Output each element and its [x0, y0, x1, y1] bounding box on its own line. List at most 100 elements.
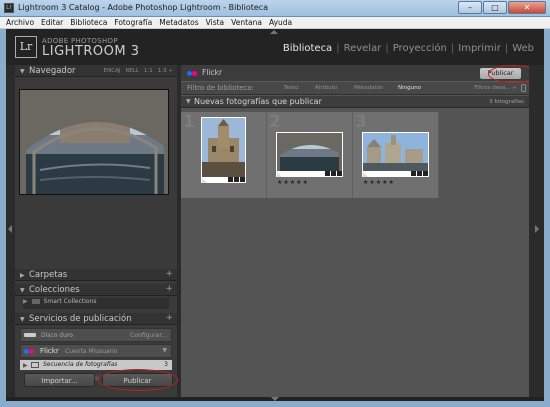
- service-name: Flickr: [202, 68, 223, 77]
- collection-set-icon: [31, 362, 39, 368]
- grid-view: Flickr Publicar Filtro de biblioteca: Te…: [181, 65, 529, 397]
- servicios-header[interactable]: ▼ Servicios de publicación +: [15, 313, 177, 325]
- photo-thumbnail[interactable]: [201, 117, 246, 183]
- collapse-arrow-icon[interactable]: ▼: [186, 98, 191, 105]
- zoom-1-3[interactable]: 1:3 ÷: [158, 68, 173, 74]
- menu-ayuda[interactable]: Ayuda: [269, 17, 292, 28]
- module-imprimir[interactable]: Imprimir: [458, 43, 501, 54]
- menu-vista[interactable]: Vista: [206, 17, 225, 28]
- collapse-right-icon[interactable]: [535, 225, 539, 233]
- minimize-button[interactable]: –: [458, 1, 482, 14]
- add-folder-icon[interactable]: +: [165, 269, 173, 279]
- carpetas-label: Carpetas: [29, 270, 68, 280]
- photo-thumbnail[interactable]: [276, 132, 343, 177]
- photo-badges: [411, 171, 428, 177]
- lightroom-app: Lr ADOBE PHOTOSHOP LIGHTROOM 3 Bibliotec…: [6, 29, 544, 401]
- photo-count: 3 fotografías: [489, 99, 524, 105]
- filter-texto[interactable]: Texto: [284, 85, 299, 91]
- add-service-icon[interactable]: +: [165, 313, 173, 323]
- collapse-arrow-icon[interactable]: ▼: [20, 68, 25, 75]
- left-panel: ▼ Navegador ENCAJ RELL 1:1 1:3 ÷ ▶ Carpe…: [15, 65, 177, 397]
- filter-metadatos[interactable]: Metadatos: [354, 85, 383, 91]
- photo-thumbnail[interactable]: [362, 132, 429, 177]
- publish-now-button[interactable]: Publicar: [480, 68, 521, 79]
- navigator-preview[interactable]: [19, 89, 169, 195]
- rating-stars[interactable]: ★★★★★: [363, 179, 395, 186]
- photo-corner-icon: [202, 178, 207, 183]
- colecciones-header[interactable]: ▼ Colecciones +: [15, 284, 177, 296]
- module-picker: Biblioteca | Revelar | Proyección | Impr…: [282, 43, 534, 54]
- photo-cell[interactable]: 3 ★★★★★: [353, 112, 439, 198]
- cell-number: 1: [183, 112, 195, 132]
- photo-badges: [325, 171, 342, 177]
- bottom-edge: [6, 397, 544, 401]
- menu-archivo[interactable]: Archivo: [6, 17, 34, 28]
- servicios-label: Servicios de publicación: [29, 314, 132, 324]
- import-button[interactable]: Importar...: [24, 373, 95, 387]
- collapse-bottom-icon[interactable]: [271, 397, 279, 401]
- service-header: Flickr Publicar: [181, 65, 529, 81]
- section-title: Nuevas fotografías que publicar: [194, 97, 322, 106]
- module-web[interactable]: Web: [512, 43, 534, 54]
- library-filter-bar: Filtro de biblioteca: Texto Atributo Met…: [181, 81, 529, 95]
- module-proyeccion[interactable]: Proyección: [393, 43, 447, 54]
- flickr-icon: [24, 349, 34, 356]
- photo-sequence-item[interactable]: ▶ Secuencia de fotografías 3: [20, 360, 172, 370]
- collapse-arrow-icon[interactable]: ▼: [20, 316, 25, 323]
- module-biblioteca[interactable]: Biblioteca: [283, 43, 332, 54]
- carpetas-header[interactable]: ▶ Carpetas +: [15, 269, 177, 281]
- colecciones-label: Colecciones: [29, 285, 80, 295]
- bridge-photo: [20, 90, 168, 194]
- collapse-top-icon[interactable]: [270, 30, 278, 34]
- filter-atributo[interactable]: Atributo: [315, 85, 337, 91]
- menu-fotografia[interactable]: Fotografía: [114, 17, 152, 28]
- configure-link[interactable]: Configurar...: [130, 332, 167, 339]
- collapse-left-icon[interactable]: [8, 225, 12, 233]
- zoom-1-1[interactable]: 1:1: [144, 68, 153, 74]
- publish-button[interactable]: Publicar: [102, 373, 173, 387]
- photo-badges: [228, 177, 245, 183]
- flickr-icon: [187, 70, 197, 78]
- maximize-button[interactable]: □: [483, 1, 507, 14]
- cell-number: 3: [355, 112, 367, 132]
- menu-biblioteca[interactable]: Biblioteca: [70, 17, 107, 28]
- menu-editar[interactable]: Editar: [41, 17, 63, 28]
- expand-arrow-icon[interactable]: ▶: [20, 272, 25, 279]
- filter-label: Filtro de biblioteca:: [187, 84, 254, 92]
- cell-number: 2: [269, 112, 281, 132]
- left-edge: [6, 65, 15, 397]
- filters-off-select[interactable]: Filtros desa... ÷: [474, 85, 517, 91]
- zoom-encaj[interactable]: ENCAJ: [104, 68, 121, 74]
- folder-icon: [31, 299, 40, 304]
- lr-logo: Lr: [15, 36, 37, 58]
- collapse-arrow-icon[interactable]: ▼: [20, 287, 25, 294]
- flickr-service-row[interactable]: Flickr Cuenta Miusuario ▼: [20, 344, 172, 358]
- smart-collections-item[interactable]: ▶ Smart Collections: [23, 298, 169, 309]
- lock-icon[interactable]: [521, 84, 526, 92]
- menu-ventana[interactable]: Ventana: [231, 17, 262, 28]
- brand-title: LIGHTROOM 3: [42, 44, 140, 59]
- window-titlebar: Lr Lightroom 3 Catalog - Adobe Photoshop…: [0, 0, 550, 17]
- filter-ninguno[interactable]: Ninguno: [398, 85, 421, 91]
- close-button[interactable]: ✕: [508, 1, 546, 14]
- photo-cell[interactable]: 1: [181, 112, 267, 198]
- photo-corner-icon: [363, 172, 368, 177]
- photo-cell[interactable]: 2 ★★★★★: [267, 112, 353, 198]
- add-collection-icon[interactable]: +: [165, 284, 173, 294]
- module-revelar[interactable]: Revelar: [344, 43, 382, 54]
- new-photos-header[interactable]: ▼ Nuevas fotografías que publicar 3 foto…: [181, 96, 529, 108]
- rating-stars[interactable]: ★★★★★: [277, 179, 309, 186]
- zoom-rell[interactable]: RELL: [125, 68, 138, 74]
- disk-service-row[interactable]: Disco duro Configurar...: [20, 328, 172, 342]
- navigator-header[interactable]: ▼ Navegador ENCAJ RELL 1:1 1:3 ÷: [15, 65, 177, 77]
- navigator-label: Navegador: [29, 66, 76, 76]
- right-edge: [529, 65, 544, 397]
- app-icon: Lr: [4, 3, 14, 13]
- hard-drive-icon: [24, 333, 36, 337]
- menu-bar: Archivo Editar Biblioteca Fotografía Met…: [0, 17, 550, 29]
- service-menu-icon[interactable]: ▼: [162, 347, 167, 354]
- photo-corner-icon: [277, 172, 282, 177]
- window-title: Lightroom 3 Catalog - Adobe Photoshop Li…: [18, 3, 269, 12]
- identity-plate: Lr ADOBE PHOTOSHOP LIGHTROOM 3 Bibliotec…: [6, 29, 544, 65]
- menu-metadatos[interactable]: Metadatos: [159, 17, 198, 28]
